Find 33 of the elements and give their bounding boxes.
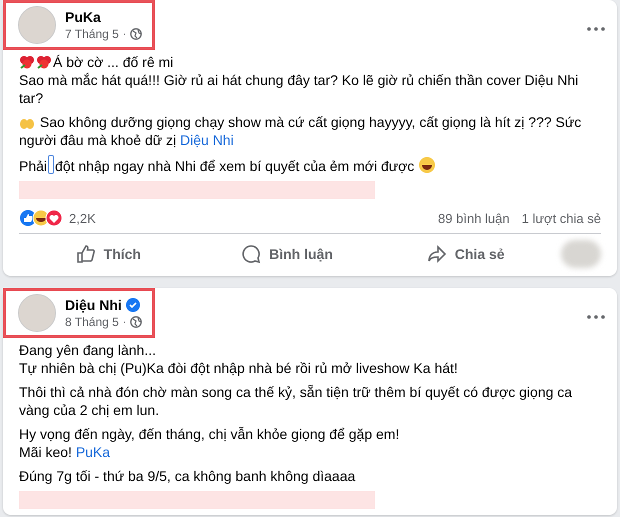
flower-icon xyxy=(19,54,35,70)
hands-icon xyxy=(19,116,35,130)
post-paragraph: Đang yên đang lành... Tự nhiên bà chị (Pu)Ka đòi đột nhập nhà bé rồi rủ mở liveshow Ka hát! xyxy=(19,341,459,377)
comment-icon xyxy=(241,244,262,264)
reaction-count[interactable]: 2,2K xyxy=(69,210,96,226)
post-paragraph: Á bờ cờ ... đố rê mi Sao mà mắc hát quá!!! Giờ rủ ai hát chung đây tar? Ko lẽ giờ rủ chiến thần cover Diệu Nhi tar? xyxy=(19,53,580,107)
separator-dot: · xyxy=(122,28,126,40)
author-name[interactable]: Diệu Nhi xyxy=(65,297,122,313)
share-icon xyxy=(426,244,447,264)
post-paragraph: Thôi thì cả nhà đón chờ màn song ca thế kỷ, sẵn tiện trữ thêm bí quyết có được giọng ca vàng của 2 chị em lun. xyxy=(19,383,574,419)
like-button[interactable]: Thích xyxy=(19,238,198,270)
comment-count[interactable]: 89 bình luận xyxy=(438,210,510,226)
comment-button[interactable]: Bình luận xyxy=(198,238,376,270)
separator-dot: · xyxy=(122,316,126,328)
reaction-icons[interactable] xyxy=(19,209,63,227)
blurred-avatar xyxy=(561,240,602,268)
author-name[interactable]: PuKa xyxy=(65,9,101,25)
post-paragraph: Đúng 7g tối - thứ ba 9/5, ca không banh không dìaaaa xyxy=(19,467,356,485)
post-date[interactable]: 7 Tháng 5 xyxy=(65,27,119,41)
post-paragraph: Phải đột nhập ngay nhà Nhi để xem bí quyết của ẻm mới được xyxy=(19,155,601,175)
mention-link[interactable]: Diệu Nhi xyxy=(180,132,234,148)
thumbs-up-icon xyxy=(76,244,96,264)
post-paragraph: Sao không dưỡng giọng chạy show mà cứ cất giọng hayyyy, cất giọng là hít zị ??? Sức người đâu mà khoẻ dữ zị Diệu Nhi xyxy=(19,113,582,149)
globe-icon xyxy=(130,28,142,40)
share-count[interactable]: 1 lượt chia sẻ xyxy=(522,210,601,226)
flower-icon xyxy=(36,54,52,70)
share-button[interactable]: Chia sẻ xyxy=(376,238,556,270)
laughing-emoji-icon xyxy=(418,156,436,174)
post-date[interactable]: 8 Tháng 5 xyxy=(65,315,119,329)
globe-icon xyxy=(130,316,142,328)
mention-link[interactable]: PuKa xyxy=(76,444,110,460)
post-paragraph: Hy vọng đến ngày, đến tháng, chị vẫn khỏe giọng để gặp em! Mãi keo! PuKa xyxy=(19,425,400,461)
text-cursor-icon xyxy=(48,155,54,174)
